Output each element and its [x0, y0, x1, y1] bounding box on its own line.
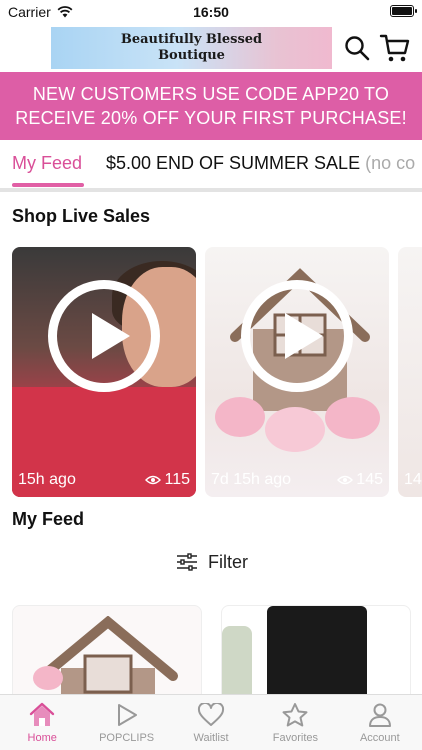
tab-my-feed[interactable]: My Feed: [12, 153, 82, 174]
my-feed-heading: My Feed: [12, 509, 85, 529]
store-logo[interactable]: Beautifully Blessed Boutique: [51, 27, 332, 69]
live-sales-heading: Shop Live Sales: [12, 206, 151, 226]
person-icon: [368, 703, 391, 727]
search-icon[interactable]: [343, 34, 371, 62]
status-bar: Carrier 16:50: [0, 0, 422, 24]
feed-product-card[interactable]: [221, 605, 411, 705]
flower-decoration: [215, 397, 265, 437]
tabs-divider: [0, 188, 422, 192]
play-icon[interactable]: [241, 280, 353, 392]
tab-summer-sale-suffix: (no co: [365, 153, 416, 173]
live-sale-card[interactable]: 14: [398, 247, 422, 497]
status-time: 16:50: [193, 4, 229, 20]
tab-label: Waitlist: [193, 732, 229, 744]
battery-icon: [390, 5, 417, 17]
tab-popclips[interactable]: POPCLIPS: [84, 695, 168, 750]
tab-account[interactable]: Account: [338, 695, 422, 750]
card-time: 15h ago: [18, 471, 76, 488]
promo-text: NEW CUSTOMERS USE CODE APP20 TO RECEIVE …: [15, 84, 407, 128]
tab-favorites[interactable]: Favorites: [253, 695, 337, 750]
active-tab-indicator: [12, 183, 84, 187]
eye-icon: [145, 475, 162, 485]
tab-home[interactable]: Home: [0, 695, 84, 750]
promo-banner[interactable]: NEW CUSTOMERS USE CODE APP20 TO RECEIVE …: [0, 72, 422, 140]
heart-icon: [198, 703, 225, 726]
filter-icon: [177, 553, 197, 571]
home-icon: [30, 702, 55, 726]
filter-button[interactable]: Filter: [176, 550, 248, 574]
barn-illustration: [38, 616, 178, 704]
flower-decoration: [33, 666, 63, 690]
feed-tabs: My Feed $5.00 END OF SUMMER SALE (no co: [0, 140, 422, 190]
logo-line1: Beautifully Blessed: [120, 32, 263, 47]
star-icon: [282, 703, 308, 727]
tab-label: Home: [27, 732, 57, 744]
card-time: 14: [404, 471, 422, 488]
card-views-count: 115: [164, 471, 190, 488]
filter-label: Filter: [208, 551, 248, 572]
product-photo-pants: [267, 606, 367, 704]
flower-decoration: [265, 407, 325, 452]
cart-icon[interactable]: [379, 32, 411, 64]
live-sale-card[interactable]: 15h ago 115: [12, 247, 196, 497]
live-sale-card[interactable]: 7d 15h ago 145: [205, 247, 389, 497]
tab-waitlist[interactable]: Waitlist: [169, 695, 253, 750]
tab-summer-sale[interactable]: $5.00 END OF SUMMER SALE (no co: [106, 153, 415, 174]
card-time: 7d 15h ago: [211, 471, 292, 488]
card-views: 145: [337, 471, 383, 489]
bottom-tab-bar: Home POPCLIPS Waitlist Favorites Account: [0, 694, 422, 750]
app-header: Beautifully Blessed Boutique: [0, 24, 422, 72]
flower-decoration: [325, 397, 380, 439]
logo-line2: Boutique: [158, 48, 225, 63]
tab-label: POPCLIPS: [99, 732, 155, 744]
card-views: 115: [145, 471, 190, 489]
play-icon[interactable]: [48, 280, 160, 392]
eye-icon: [337, 475, 354, 485]
card-views-count: 145: [356, 471, 383, 488]
tab-summer-sale-label: $5.00 END OF SUMMER SALE: [106, 153, 361, 173]
feed-product-card[interactable]: [12, 605, 202, 705]
tab-label: Account: [359, 732, 400, 744]
tab-label: Favorites: [272, 732, 319, 744]
play-icon: [117, 704, 137, 726]
